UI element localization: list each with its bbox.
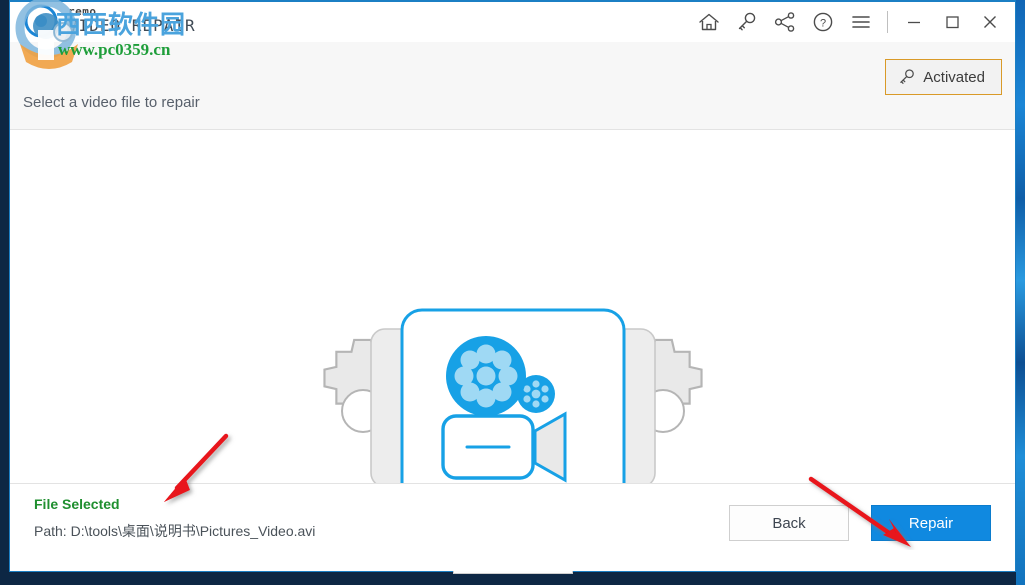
menu-icon[interactable] bbox=[842, 4, 880, 40]
app-logo-title: VIDEO REPAIR bbox=[68, 16, 196, 35]
minimize-icon[interactable] bbox=[895, 4, 933, 40]
selected-file-path: Path: D:\tools\桌面\说明书\Pictures_Video.avi bbox=[34, 523, 316, 539]
activated-button[interactable]: Activated bbox=[885, 59, 1002, 95]
key-icon[interactable] bbox=[728, 4, 766, 40]
footer-bar: File Selected Path: D:\tools\桌面\说明书\Pict… bbox=[10, 483, 1015, 571]
desktop-background-right bbox=[1016, 0, 1025, 585]
titlebar-icon-group: ? bbox=[690, 2, 1009, 42]
help-icon[interactable]: ? bbox=[804, 4, 842, 40]
app-logo-mark bbox=[24, 4, 58, 38]
close-icon[interactable] bbox=[971, 4, 1009, 40]
page-title: Select a video file to repair bbox=[23, 94, 200, 111]
maximize-icon[interactable] bbox=[933, 4, 971, 40]
application-window: remo VIDEO REPAIR ? Select a video file … bbox=[9, 0, 1016, 574]
desktop-background-left bbox=[0, 0, 9, 585]
svg-text:?: ? bbox=[820, 18, 826, 30]
video-camera-icon bbox=[440, 411, 566, 483]
activated-button-label: Activated bbox=[923, 68, 985, 86]
footer-button-group: Back Repair bbox=[729, 505, 991, 541]
home-icon[interactable] bbox=[690, 4, 728, 40]
repair-button[interactable]: Repair bbox=[871, 505, 991, 541]
repair-button-label: Repair bbox=[908, 514, 954, 532]
titlebar-divider bbox=[887, 11, 888, 33]
header-band: Select a video file to repair Activated bbox=[10, 42, 1015, 130]
back-button-label: Back bbox=[772, 514, 806, 532]
title-bar: remo VIDEO REPAIR ? bbox=[10, 2, 1015, 42]
main-content: Select File bbox=[10, 130, 1015, 574]
back-button[interactable]: Back bbox=[729, 505, 849, 541]
status-badge: File Selected bbox=[34, 496, 120, 512]
share-icon[interactable] bbox=[766, 4, 804, 40]
app-logo: remo VIDEO REPAIR bbox=[22, 2, 242, 42]
activated-key-icon bbox=[900, 69, 915, 84]
